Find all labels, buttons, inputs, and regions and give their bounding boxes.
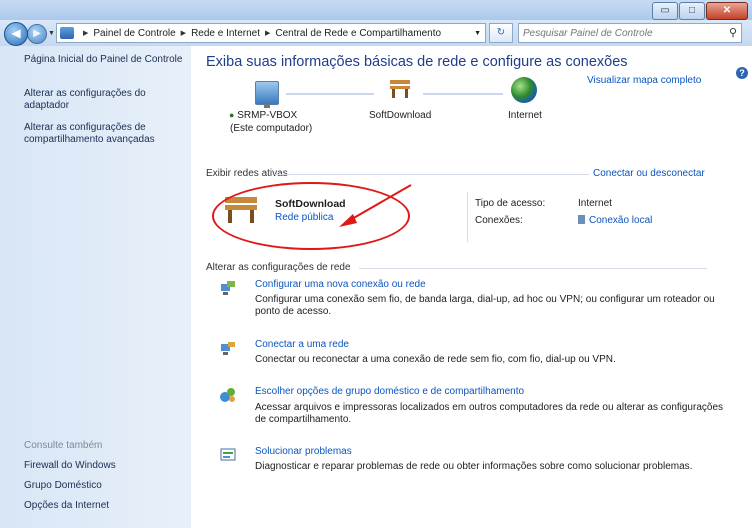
task-troubleshoot-desc: Diagnosticar e reparar problemas de rede… [255,461,693,472]
internet-node-label: Internet [508,110,542,121]
breadcrumb-network-internet[interactable]: Rede e Internet [191,28,260,39]
computer-name-label: SRMP-VBOX [237,110,298,121]
recent-pages-dropdown-icon[interactable]: ▼ [48,30,55,37]
sidebar-item-internet-options[interactable]: Opções da Internet [24,500,189,512]
network-adapter-icon [578,215,585,224]
local-connection-link[interactable]: Conexão local [578,215,652,226]
address-dropdown-icon[interactable]: ▼ [474,30,481,37]
title-bar: ▭ □ ✕ [0,0,752,22]
connect-disconnect-link[interactable]: Conectar ou desconectar [593,168,705,179]
local-connection-label: Conexão local [589,215,653,226]
sidebar-item-sharing[interactable]: Alterar as configurações de compartilham… [24,122,189,146]
network-users-icon: ● [229,110,235,120]
breadcrumb-network-center[interactable]: Central de Rede e Compartilhamento [275,28,441,39]
chevron-right-icon[interactable]: ▶ [265,29,270,37]
access-type-label: Tipo de acesso: [475,198,546,209]
view-full-map-link[interactable]: Visualizar mapa completo [587,75,701,86]
access-type-value: Internet [578,198,612,209]
task-connect-network-desc: Conectar ou reconectar a uma conexão de … [255,354,616,365]
sidebar: Página Inicial do Painel de Controle Alt… [0,46,191,528]
connector-line [286,93,374,95]
connect-network-icon [221,342,235,355]
sidebar-item-adapter[interactable]: Alterar as configurações do adaptador [24,88,189,112]
task-homegroup-link[interactable]: Escolher opções de grupo doméstico e de … [255,386,524,397]
homegroup-icon [220,388,235,402]
window-controls: ▭ □ ✕ [651,2,748,20]
change-settings-heading: Alterar as configurações de rede [206,262,351,273]
page-title: Exiba suas informações básicas de rede e… [206,54,628,70]
sidebar-item-home[interactable]: Página Inicial do Painel de Controle [24,54,189,66]
back-button[interactable]: ◀ [4,22,28,46]
main-content: ? Exiba suas informações básicas de rede… [191,46,752,528]
sidebar-item-homegroup[interactable]: Grupo Doméstico [24,480,189,492]
address-bar[interactable]: ▶ Painel de Controle ▶ Rede e Internet ▶… [56,23,486,43]
connections-label: Conexões: [475,215,523,226]
troubleshoot-icon [220,448,236,461]
task-new-connection-link[interactable]: Configurar uma nova conexão ou rede [255,279,426,290]
close-button[interactable]: ✕ [706,2,748,20]
divider [359,268,707,269]
see-also-heading: Consulte também [24,440,103,451]
forward-button[interactable]: ▶ [27,24,47,44]
chevron-right-icon[interactable]: ▶ [181,29,186,37]
search-input[interactable] [519,24,717,42]
bench-network-icon [390,80,410,98]
task-new-connection-desc: Configurar uma conexão sem fio, de banda… [255,294,715,317]
connector-line [423,93,503,95]
annotation-arrow [339,184,412,227]
search-box: ⚲ [518,23,742,43]
breadcrumb-control-panel[interactable]: Painel de Controle [93,28,175,39]
divider [275,174,589,175]
new-connection-icon [221,281,235,295]
task-connect-network-link[interactable]: Conectar a uma rede [255,339,349,350]
search-icon[interactable]: ⚲ [729,26,737,39]
maximize-button[interactable]: □ [679,2,705,20]
computer-subtitle: (Este computador) [230,123,313,134]
task-homegroup-desc: Acessar arquivos e impressoras localizad… [255,402,724,425]
computer-icon [255,81,279,108]
chevron-right-icon[interactable]: ▶ [83,29,88,37]
navigation-bar: ◀ ▶ ▼ ▶ Painel de Controle ▶ Rede e Inte… [0,20,752,46]
divider [467,192,468,242]
minimize-button[interactable]: ▭ [652,2,678,20]
help-icon[interactable]: ? [736,67,748,79]
refresh-button[interactable]: ↻ [489,23,513,43]
task-troubleshoot-link[interactable]: Solucionar problemas [255,446,352,457]
sidebar-item-firewall[interactable]: Firewall do Windows [24,460,189,472]
globe-icon [511,77,537,103]
computer-name: ● SRMP-VBOX [229,110,297,121]
control-panel-icon [60,27,74,39]
network-node-label: SoftDownload [369,110,432,121]
